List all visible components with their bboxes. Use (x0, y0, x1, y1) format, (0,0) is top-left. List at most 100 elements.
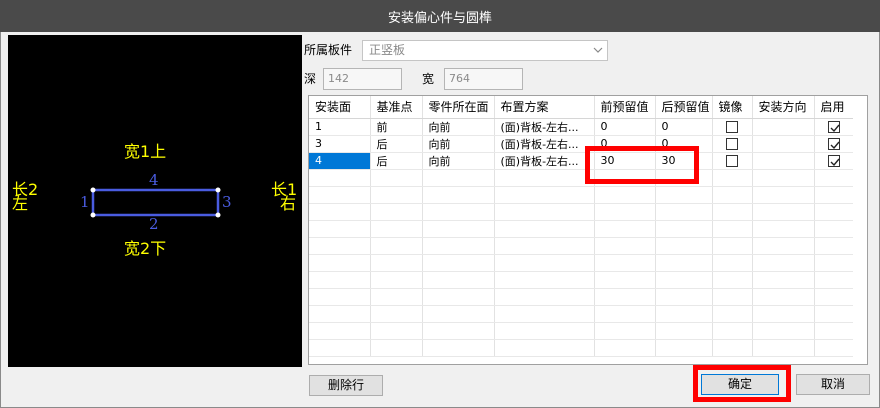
cell-layout-plan[interactable]: (面)背板-左右... (494, 118, 595, 136)
enabled-checkbox[interactable] (828, 155, 840, 167)
empty-cell (752, 271, 815, 289)
empty-cell (422, 271, 495, 289)
empty-cell (594, 254, 656, 272)
empty-cell (309, 288, 371, 306)
enabled-checkbox[interactable] (828, 121, 840, 133)
column-header[interactable]: 安装方向 (752, 96, 815, 119)
empty-cell (655, 271, 713, 289)
empty-row (309, 186, 855, 204)
empty-cell (594, 305, 656, 323)
corner-point (215, 187, 221, 193)
cell-reference-point[interactable]: 后 (370, 152, 423, 170)
cell-enabled (814, 118, 855, 136)
empty-cell (814, 271, 855, 289)
mirror-checkbox[interactable] (726, 138, 738, 150)
vertical-scrollbar[interactable] (853, 96, 867, 364)
cancel-button[interactable]: 取消 (796, 374, 870, 395)
cell-layout-plan[interactable]: (面)背板-左右... (494, 135, 595, 153)
table-body: 1 前向前 (面)背板-左右... 0 0 3 后向前 (面)背板-左右... 0 0 4 后向前 (面… (309, 118, 855, 357)
empty-cell (422, 237, 495, 255)
cell-part-face[interactable]: 向前 (422, 118, 495, 136)
edge-number-top: 4 (149, 171, 159, 189)
cell-front-reserve[interactable]: 0 (594, 118, 656, 136)
cell-direction[interactable] (752, 135, 815, 153)
ok-button[interactable]: 确定 (701, 374, 779, 395)
empty-cell (422, 339, 495, 357)
cell-face[interactable]: 1 (309, 118, 371, 136)
mirror-checkbox[interactable] (726, 121, 738, 133)
empty-cell (309, 305, 371, 323)
cell-reference-point[interactable]: 后 (370, 135, 423, 153)
board-preview: 宽1上 宽2下 长2 左 长1 右 4 2 1 3 (8, 35, 302, 367)
mounting-table[interactable]: 安装面 基准点 零件所在面 布置方案 前预留值 后预留值 镜像 安装方向 启用 1 前向前 (面)背… (308, 95, 868, 365)
empty-cell (422, 288, 495, 306)
table-header-row: 安装面 基准点 零件所在面 布置方案 前预留值 后预留值 镜像 安装方向 启用 (309, 96, 855, 119)
empty-cell (752, 305, 815, 323)
table-row[interactable]: 3 后向前 (面)背板-左右... 0 0 (309, 135, 855, 153)
empty-cell (494, 339, 595, 357)
empty-cell (309, 220, 371, 238)
edge-number-left: 1 (80, 193, 90, 211)
column-header[interactable]: 布置方案 (494, 96, 595, 119)
enabled-checkbox[interactable] (828, 138, 840, 150)
cell-direction[interactable] (752, 152, 815, 170)
board-select-value: 正竖板 (369, 43, 406, 57)
column-header[interactable]: 基准点 (370, 96, 423, 119)
cell-face[interactable]: 4 (309, 152, 371, 170)
empty-cell (752, 203, 815, 221)
empty-cell (422, 203, 495, 221)
empty-cell (752, 288, 815, 306)
cell-back-reserve[interactable]: 0 (655, 118, 713, 136)
cell-part-face[interactable]: 向前 (422, 152, 495, 170)
empty-cell (752, 186, 815, 204)
empty-cell (422, 169, 495, 187)
empty-cell (594, 186, 656, 204)
empty-cell (370, 186, 423, 204)
column-header[interactable]: 前预留值 (594, 96, 656, 119)
empty-cell (655, 237, 713, 255)
chevron-down-icon (593, 47, 603, 53)
delete-row-button[interactable]: 删除行 (309, 375, 383, 396)
empty-cell (712, 186, 753, 204)
column-header[interactable]: 零件所在面 (422, 96, 495, 119)
board-rectangle (91, 188, 220, 217)
empty-row (309, 305, 855, 323)
cell-reference-point[interactable]: 前 (370, 118, 423, 136)
cell-face[interactable]: 3 (309, 135, 371, 153)
empty-cell (309, 271, 371, 289)
empty-cell (814, 169, 855, 187)
column-header[interactable]: 镜像 (712, 96, 753, 119)
board-select[interactable]: 正竖板 (362, 40, 608, 61)
cell-enabled (814, 135, 855, 153)
empty-cell (494, 237, 595, 255)
column-header[interactable]: 安装面 (309, 96, 371, 119)
empty-cell (712, 339, 753, 357)
empty-cell (370, 254, 423, 272)
mirror-checkbox[interactable] (726, 155, 738, 167)
empty-cell (370, 271, 423, 289)
depth-field[interactable]: 142 (323, 68, 402, 90)
corner-point (215, 212, 221, 218)
empty-cell (712, 203, 753, 221)
empty-cell (370, 169, 423, 187)
cell-mirror (712, 135, 753, 153)
column-header[interactable]: 启用 (814, 96, 855, 119)
cell-part-face[interactable]: 向前 (422, 135, 495, 153)
empty-cell (594, 203, 656, 221)
table-row[interactable]: 4 后向前 (面)背板-左右... 30 30 (309, 152, 855, 170)
label-left: 左 (12, 194, 29, 213)
empty-cell (494, 186, 595, 204)
label-width1-top: 宽1上 (124, 142, 167, 161)
empty-cell (752, 339, 815, 357)
empty-cell (309, 237, 371, 255)
cell-layout-plan[interactable]: (面)背板-左右... (494, 152, 595, 170)
empty-cell (814, 322, 855, 340)
column-header[interactable]: 后预留值 (655, 96, 713, 119)
empty-cell (494, 169, 595, 187)
empty-cell (494, 305, 595, 323)
width-field[interactable]: 764 (444, 68, 523, 90)
empty-row (309, 322, 855, 340)
empty-cell (594, 339, 656, 357)
cell-direction[interactable] (752, 118, 815, 136)
table-row[interactable]: 1 前向前 (面)背板-左右... 0 0 (309, 118, 855, 136)
